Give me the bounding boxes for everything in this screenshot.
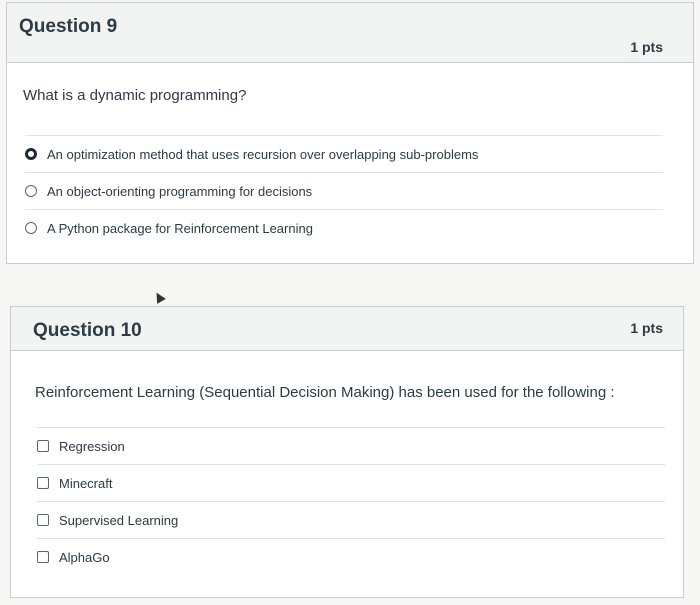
q10-answer-1[interactable]: Regression: [37, 427, 665, 464]
q9-answer-1-label: An optimization method that uses recursi…: [47, 146, 479, 162]
q10-answer-3[interactable]: Supervised Learning: [37, 501, 665, 538]
q9-answer-2[interactable]: An object-orienting programming for deci…: [25, 172, 663, 209]
q9-answer-1[interactable]: An optimization method that uses recursi…: [25, 135, 663, 172]
q10-answer-4[interactable]: AlphaGo: [37, 538, 665, 575]
q10-answer-2[interactable]: Minecraft: [37, 464, 665, 501]
checkbox[interactable]: [37, 440, 49, 452]
question-10-points: 1 pts: [630, 320, 663, 336]
checkbox[interactable]: [37, 514, 49, 526]
question-9-text: What is a dynamic programming?: [23, 87, 247, 104]
question-9-header: Question 9 1 pts: [7, 3, 693, 63]
q9-answer-3-label: A Python package for Reinforcement Learn…: [47, 220, 313, 236]
question-9-points: 1 pts: [630, 39, 663, 55]
q10-answer-1-label: Regression: [59, 438, 125, 454]
mouse-cursor-icon: [152, 290, 166, 304]
q10-answer-4-label: AlphaGo: [59, 549, 110, 565]
question-10-title: Question 10: [33, 320, 142, 341]
radio-button[interactable]: [25, 222, 37, 234]
question-10-text: Reinforcement Learning (Sequential Decis…: [35, 384, 615, 401]
question-9-title: Question 9: [19, 16, 118, 37]
q9-answer-3[interactable]: A Python package for Reinforcement Learn…: [25, 209, 663, 246]
q10-answer-2-label: Minecraft: [59, 475, 113, 491]
q10-answer-3-label: Supervised Learning: [59, 512, 179, 528]
radio-button-selected[interactable]: [25, 148, 37, 160]
checkbox[interactable]: [37, 477, 49, 489]
radio-button[interactable]: [25, 185, 37, 197]
question-9-card: Question 9 1 pts What is a dynamic progr…: [6, 2, 694, 264]
q9-answer-2-label: An object-orienting programming for deci…: [47, 183, 313, 199]
question-10-card: Question 10 1 pts Reinforcement Learning…: [10, 306, 684, 598]
question-10-header: Question 10 1 pts: [11, 307, 683, 351]
checkbox[interactable]: [37, 551, 49, 563]
